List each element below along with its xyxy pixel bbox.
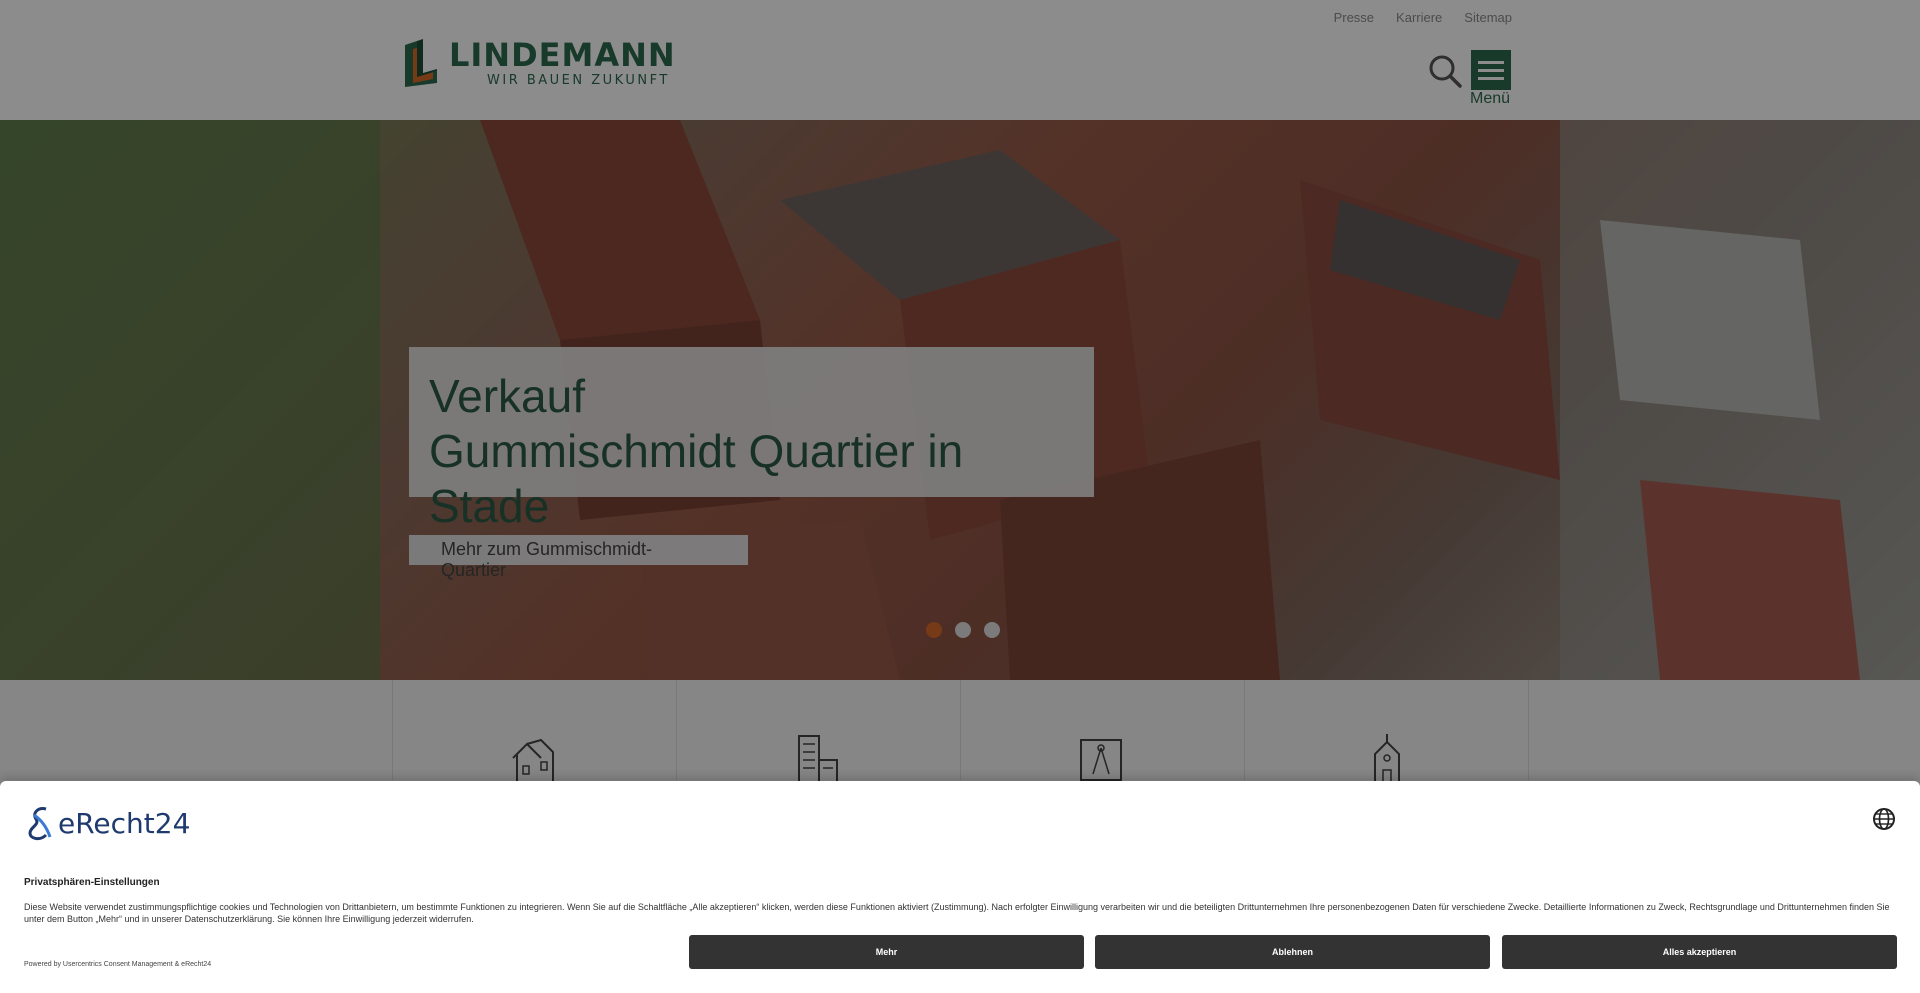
consent-description: Diese Website verwendet zustimmungspflic… xyxy=(24,902,1890,924)
globe-icon[interactable] xyxy=(1872,807,1896,831)
decline-button[interactable]: Ablehnen xyxy=(1095,935,1490,969)
erecht24-logo-icon xyxy=(28,807,52,841)
consent-powered-by[interactable]: Powered by Usercentrics Consent Manageme… xyxy=(24,961,211,968)
more-button[interactable]: Mehr xyxy=(689,935,1084,969)
erecht24-logo: eRecht24 xyxy=(24,805,190,841)
consent-brand-name: eRecht24 xyxy=(58,806,191,840)
consent-title: Privatsphären-Einstellungen xyxy=(24,877,160,888)
cookie-consent-banner: eRecht24 Privatsphären-Einstellungen Die… xyxy=(0,781,1920,993)
accept-all-button[interactable]: Alles akzeptieren xyxy=(1502,935,1897,969)
